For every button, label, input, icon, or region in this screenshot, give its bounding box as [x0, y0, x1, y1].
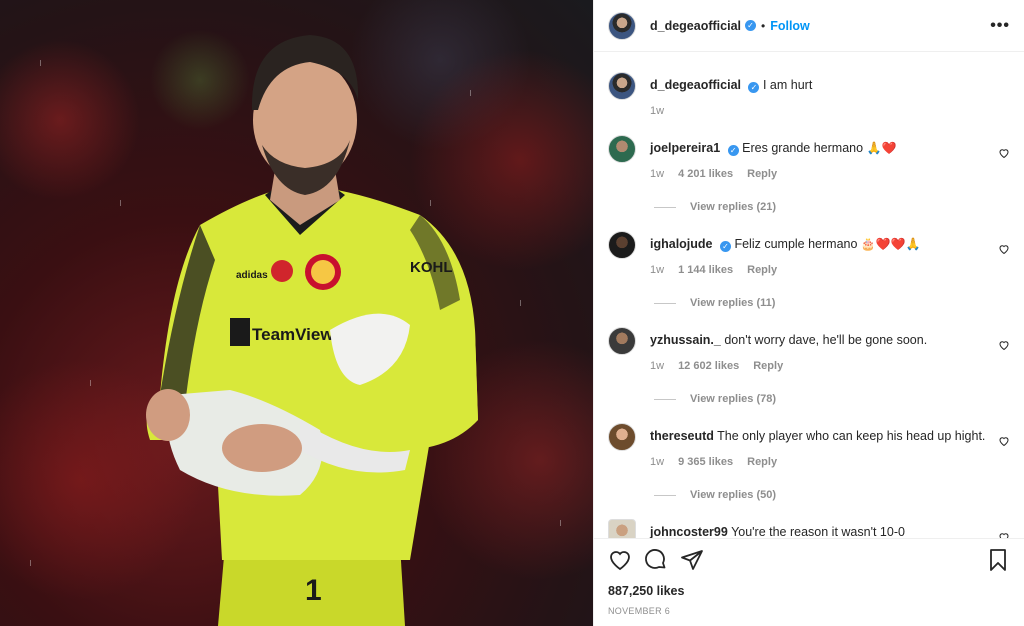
comment-username[interactable]: joelpereira1 — [650, 141, 720, 155]
caption-username[interactable]: d_degeaofficial — [650, 78, 741, 92]
verified-badge-icon: ✓ — [727, 145, 739, 156]
view-replies-button[interactable]: View replies (11) — [654, 297, 1010, 309]
svg-text:KOHL: KOHL — [410, 259, 453, 276]
follow-button[interactable]: Follow — [770, 19, 810, 33]
comment-like-heart-icon[interactable] — [998, 339, 1010, 351]
more-options-icon[interactable]: ••• — [990, 17, 1010, 35]
reply-button[interactable]: Reply — [747, 456, 777, 468]
comment-likes[interactable]: 1 144 likes — [678, 264, 733, 276]
post-date: NOVEMBER 6 — [608, 606, 671, 616]
comment-likes[interactable]: 4 201 likes — [678, 168, 733, 180]
comment-time: 1w — [650, 456, 665, 468]
comment-text: The only player who can keep his head up… — [717, 429, 986, 443]
svg-text:1: 1 — [305, 574, 322, 607]
comment-username[interactable]: thereseutd — [650, 429, 714, 443]
comments-list: d_degeaofficial ✓ I am hurt 1w joelperei… — [594, 52, 1024, 538]
caption-time: 1w — [650, 105, 665, 117]
comment-like-heart-icon[interactable] — [998, 243, 1010, 255]
comment-username[interactable]: ighalojude — [650, 237, 713, 251]
comment-like-heart-icon[interactable] — [998, 147, 1010, 159]
view-replies-button[interactable]: View replies (21) — [654, 201, 1010, 213]
verified-badge-icon: ✓ — [745, 20, 756, 31]
comment-like-heart-icon[interactable] — [998, 435, 1010, 447]
author-avatar[interactable] — [608, 72, 636, 100]
comment-item: thereseutd The only player who can keep … — [608, 423, 1010, 501]
verified-badge-icon: ✓ — [748, 82, 760, 93]
comment-time: 1w — [650, 168, 665, 180]
comment-time: 1w — [650, 264, 665, 276]
post-photo[interactable]: 1 adidas KOHL TeamViewer — [0, 0, 593, 626]
post-header: d_degeaofficial ✓ • Follow ••• — [594, 0, 1024, 52]
caption-text: I am hurt — [762, 78, 813, 92]
goalkeeper-illustration: 1 adidas KOHL TeamViewer — [30, 35, 561, 626]
heart-icon[interactable] — [608, 548, 632, 572]
commenter-avatar[interactable] — [608, 423, 636, 451]
comment-item: ighalojude ✓ Feliz cumple hermano 🎂❤️❤️🙏… — [608, 231, 1010, 309]
author-username[interactable]: d_degeaofficial — [650, 19, 741, 33]
comment-text: don't worry dave, he'll be gone soon. — [724, 333, 928, 347]
author-avatar[interactable] — [608, 11, 636, 40]
comment-emoji: 🎂❤️❤️🙏 — [860, 237, 921, 251]
separator-dot: • — [761, 18, 766, 33]
reply-button[interactable]: Reply — [747, 264, 777, 276]
comment-username[interactable]: yzhussain._ — [650, 333, 721, 347]
commenter-avatar[interactable] — [608, 327, 636, 355]
comment-likes[interactable]: 9 365 likes — [678, 456, 733, 468]
comment-time: 1w — [650, 360, 665, 372]
comment-icon[interactable] — [644, 548, 668, 572]
comment-emoji: 🙏❤️ — [866, 141, 897, 155]
reply-button[interactable]: Reply — [747, 168, 777, 180]
comment-text: You're the reason it wasn't 10-0 — [731, 525, 905, 538]
verified-badge-icon: ✓ — [719, 241, 731, 252]
comment-username[interactable]: johncoster99 — [650, 525, 728, 538]
commenter-avatar[interactable] — [608, 231, 636, 259]
post-sidebar: d_degeaofficial ✓ • Follow ••• d_degeaof… — [593, 0, 1024, 626]
comment-text: Eres grande hermano — [742, 141, 864, 155]
comment-item: yzhussain._ don't worry dave, he'll be g… — [608, 327, 1010, 405]
svg-text:adidas: adidas — [236, 270, 268, 281]
likes-count[interactable]: 887,250 likes — [594, 580, 1024, 598]
post-actions — [594, 538, 1024, 580]
comment-item: joelpereira1 ✓ Eres grande hermano 🙏❤️ 1… — [608, 135, 1010, 213]
share-icon[interactable] — [680, 548, 704, 572]
comment-item: johncoster99 You're the reason it wasn't… — [608, 519, 1010, 538]
reply-button[interactable]: Reply — [753, 360, 783, 372]
comment-like-heart-icon[interactable] — [998, 531, 1010, 538]
commenter-avatar[interactable] — [608, 519, 636, 538]
view-replies-button[interactable]: View replies (50) — [654, 489, 1010, 501]
comment-likes[interactable]: 12 602 likes — [678, 360, 739, 372]
bookmark-icon[interactable] — [986, 548, 1010, 572]
comment-text: Feliz cumple hermano — [734, 237, 858, 251]
view-replies-button[interactable]: View replies (78) — [654, 393, 1010, 405]
commenter-avatar[interactable] — [608, 135, 636, 163]
caption: d_degeaofficial ✓ I am hurt 1w — [608, 72, 1010, 117]
